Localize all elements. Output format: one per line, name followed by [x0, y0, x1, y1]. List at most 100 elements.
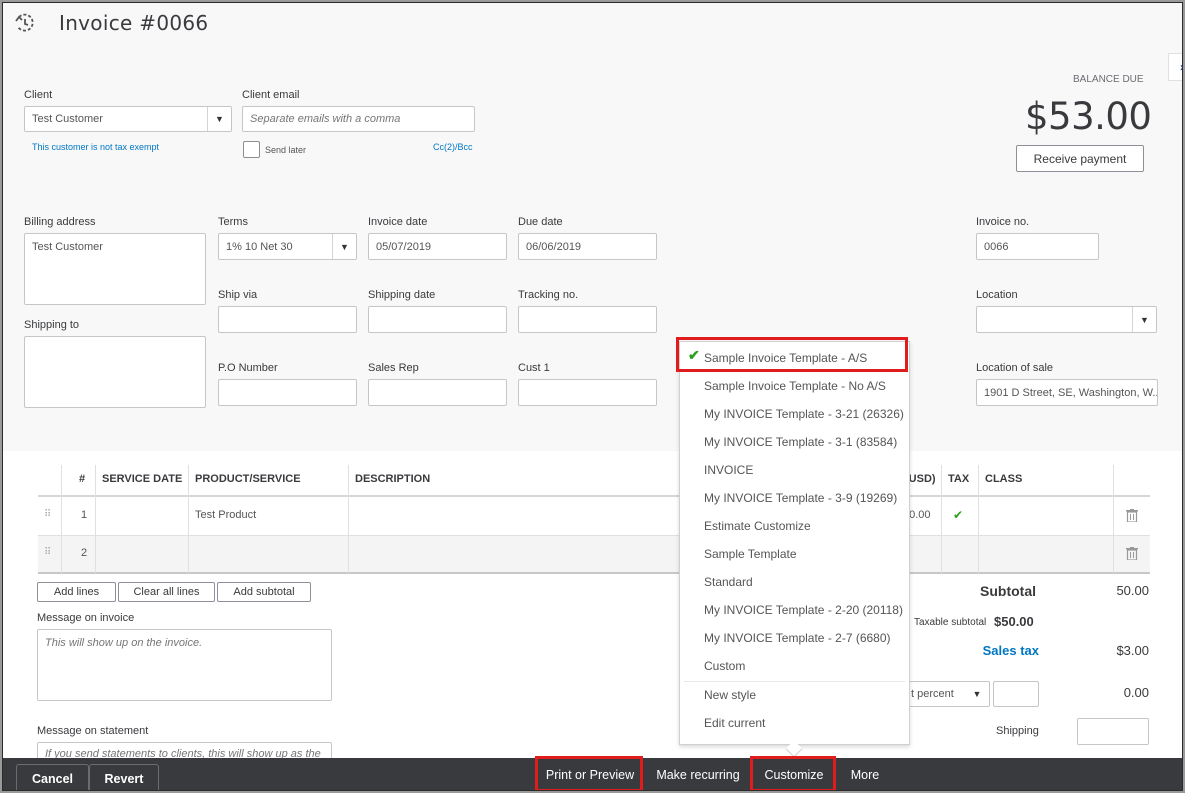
send-later-checkbox[interactable] [243, 141, 260, 158]
make-recurring-button[interactable]: Make recurring [648, 758, 748, 790]
menu-item-template[interactable]: My INVOICE Template - 3-9 (19269) [704, 491, 897, 505]
billing-address-label: Billing address [24, 216, 96, 228]
col-divider [95, 465, 96, 573]
menu-item-template[interactable]: Sample Invoice Template - No A/S [704, 379, 886, 393]
menu-item-template[interactable]: My INVOICE Template - 2-20 (20118) [704, 603, 903, 617]
highlight-customize [750, 756, 836, 790]
side-panel-toggle[interactable]: › [1168, 53, 1182, 81]
chevron-down-icon[interactable]: ▼ [332, 234, 356, 259]
table-row-bg [38, 536, 1150, 573]
cancel-button[interactable]: Cancel [16, 764, 89, 790]
terms-select[interactable]: 1% 10 Net 30 ▼ [218, 233, 357, 260]
client-value: Test Customer [32, 113, 103, 125]
client-select[interactable]: Test Customer ▼ [24, 106, 232, 132]
shipping-input[interactable] [1077, 718, 1149, 745]
chevron-right-icon: › [1180, 60, 1182, 74]
sales-tax-value: $3.00 [1116, 643, 1149, 658]
menu-item-template[interactable]: Custom [704, 659, 745, 673]
shipping-date-input[interactable] [368, 306, 507, 333]
highlight-print-preview [535, 756, 643, 790]
message-invoice-input[interactable] [37, 629, 332, 701]
tracking-no-input[interactable] [518, 306, 657, 333]
terms-value: 1% 10 Net 30 [226, 240, 293, 253]
send-later-label: Send later [265, 145, 307, 155]
location-select[interactable]: ▼ [976, 306, 1157, 333]
col-header-tax: TAX [948, 473, 970, 485]
recent-transactions-icon[interactable] [13, 11, 37, 35]
invoice-date-input[interactable]: 05/07/2019 [368, 233, 507, 260]
location-of-sale-input[interactable]: 1901 D Street, SE, Washington, W... [976, 379, 1158, 406]
menu-item-template[interactable]: Sample Template [704, 547, 797, 561]
terms-label: Terms [218, 216, 248, 228]
revert-button[interactable]: Revert [89, 764, 159, 790]
receive-payment-button[interactable]: Receive payment [1016, 145, 1144, 172]
discount-type-value: t percent [911, 688, 954, 700]
chevron-down-icon[interactable]: ▼ [207, 107, 231, 131]
invoice-window: Invoice #0066 › Client Test Customer ▼ T… [2, 2, 1183, 791]
add-subtotal-button[interactable]: Add subtotal [217, 582, 311, 602]
po-number-input[interactable] [218, 379, 357, 406]
col-divider [188, 465, 189, 573]
sales-tax-link[interactable]: Sales tax [953, 643, 1039, 658]
col-header-num: # [79, 473, 86, 485]
ship-via-input[interactable] [218, 306, 357, 333]
table-header-divider [38, 495, 1150, 497]
due-date-input[interactable]: 06/06/2019 [518, 233, 657, 260]
discount-value-input[interactable] [993, 681, 1039, 707]
ship-via-label: Ship via [218, 289, 258, 301]
menu-item-template[interactable]: INVOICE [704, 463, 753, 477]
menu-item-template[interactable]: Standard [704, 575, 753, 589]
drag-handle-icon[interactable]: ⠿ [44, 547, 51, 558]
page-title: Invoice #0066 [59, 11, 209, 35]
clear-all-lines-button[interactable]: Clear all lines [118, 582, 215, 602]
tax-check-icon[interactable]: ✔ [953, 508, 963, 522]
col-divider [348, 465, 349, 573]
chevron-down-icon[interactable]: ▼ [965, 682, 989, 706]
balance-due-label: BALANCE DUE [1073, 74, 1144, 85]
shipping-to-input[interactable] [24, 336, 206, 408]
add-lines-button[interactable]: Add lines [37, 582, 116, 602]
client-email-label: Client email [242, 89, 300, 101]
invoice-no-label: Invoice no. [976, 216, 1030, 228]
billing-address-input[interactable]: Test Customer [24, 233, 206, 305]
taxable-subtotal-label: Taxable subtotal [914, 617, 987, 628]
template-dropdown-menu: ✔ Sample Invoice Template - A/S Sample I… [679, 341, 910, 745]
message-statement-label: Message on statement [37, 725, 149, 737]
more-button[interactable]: More [841, 758, 889, 790]
tax-exempt-note[interactable]: This customer is not tax exempt [32, 142, 159, 152]
cc-bcc-link[interactable]: Cc(2)/Bcc [433, 142, 473, 152]
message-invoice-label: Message on invoice [37, 612, 135, 624]
location-of-sale-label: Location of sale [976, 362, 1054, 374]
menu-item-template[interactable]: My INVOICE Template - 3-21 (26326) [704, 407, 904, 421]
menu-item-new-style[interactable]: New style [704, 688, 756, 702]
chevron-down-icon[interactable]: ▼ [1132, 307, 1156, 332]
subtotal-label: Subtotal [980, 583, 1036, 599]
line-items-section [3, 451, 1182, 761]
col-divider [1113, 465, 1114, 573]
discount-amount: 0.00 [1123, 685, 1149, 700]
client-email-input[interactable] [242, 106, 475, 132]
menu-item-template[interactable]: My INVOICE Template - 3-1 (83584) [704, 435, 897, 449]
cust1-input[interactable] [518, 379, 657, 406]
trash-icon[interactable] [1126, 509, 1138, 522]
tracking-no-label: Tracking no. [518, 289, 579, 301]
subtotal-value: 50.00 [1116, 583, 1149, 598]
menu-item-edit-current[interactable]: Edit current [704, 716, 765, 730]
shipping-to-label: Shipping to [24, 319, 80, 331]
po-number-label: P.O Number [218, 362, 278, 374]
highlight-selected-template [676, 337, 908, 372]
menu-item-template[interactable]: My INVOICE Template - 2-7 (6680) [704, 631, 891, 645]
row-num: 2 [81, 547, 88, 559]
invoice-no-input[interactable]: 0066 [976, 233, 1099, 260]
sales-rep-input[interactable] [368, 379, 507, 406]
cust1-label: Cust 1 [518, 362, 550, 374]
row-product[interactable]: Test Product [195, 509, 256, 521]
table-bottom-divider [38, 572, 1150, 574]
col-header-class: CLASS [985, 473, 1023, 485]
trash-icon[interactable] [1126, 547, 1138, 560]
menu-item-template[interactable]: Estimate Customize [704, 519, 811, 533]
invoice-date-label: Invoice date [368, 216, 428, 228]
location-label: Location [976, 289, 1018, 301]
drag-handle-icon[interactable]: ⠿ [44, 509, 51, 520]
shipping-label: Shipping [996, 725, 1039, 737]
